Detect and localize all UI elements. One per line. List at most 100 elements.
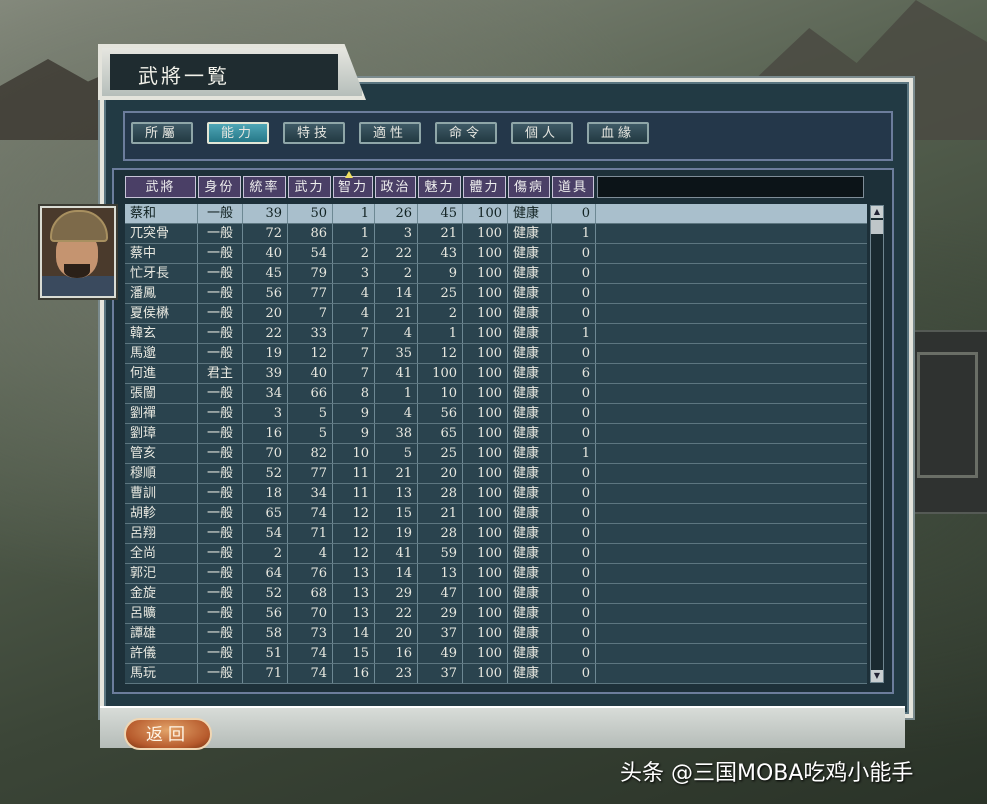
table-row[interactable]: 金旋 一般 52 68 13 29 47 100 健康 0 [125, 584, 867, 604]
cell-leadership: 2 [243, 544, 288, 563]
table-row[interactable]: 潘鳳 一般 56 77 4 14 25 100 健康 0 [125, 284, 867, 304]
cell-name: 夏侯楙 [125, 304, 198, 323]
cell-items: 0 [552, 264, 596, 283]
cell-war: 74 [288, 504, 333, 523]
cell-charm: 12 [418, 344, 463, 363]
cell-charm: 47 [418, 584, 463, 603]
table-row[interactable]: 胡軫 一般 65 74 12 15 21 100 健康 0 [125, 504, 867, 524]
header-status[interactable]: 身份 [198, 176, 241, 198]
table-row[interactable]: 全尚 一般 2 4 12 41 59 100 健康 0 [125, 544, 867, 564]
cell-status: 一般 [198, 244, 243, 263]
watermark: 头条 @三国MOBA吃鸡小能手 [620, 761, 914, 786]
cell-status: 一般 [198, 424, 243, 443]
cell-intelligence: 4 [333, 304, 375, 323]
header-intelligence[interactable]: 智力 [333, 176, 373, 198]
cell-politics: 4 [375, 404, 418, 423]
tab-ability[interactable]: 能力 [207, 122, 269, 144]
cell-intelligence: 13 [333, 584, 375, 603]
cell-status: 一般 [198, 524, 243, 543]
table-row[interactable]: 穆順 一般 52 77 11 21 20 100 健康 0 [125, 464, 867, 484]
cell-leadership: 58 [243, 624, 288, 643]
table-row[interactable]: 呂曠 一般 56 70 13 22 29 100 健康 0 [125, 604, 867, 624]
header-items[interactable]: 道具 [552, 176, 594, 198]
cell-status: 一般 [198, 324, 243, 343]
cell-stamina: 100 [463, 444, 508, 463]
table-row[interactable]: 何進 君主 39 40 7 41 100 100 健康 6 [125, 364, 867, 384]
cell-injury: 健康 [508, 604, 552, 623]
table-row[interactable]: 劉禪 一般 3 5 9 4 56 100 健康 0 [125, 404, 867, 424]
header-politics[interactable]: 政治 [375, 176, 416, 198]
cell-status: 一般 [198, 624, 243, 643]
table-row[interactable]: 譚雄 一般 58 73 14 20 37 100 健康 0 [125, 624, 867, 644]
table-row[interactable]: 郭汜 一般 64 76 13 14 13 100 健康 0 [125, 564, 867, 584]
table-row[interactable]: 許儀 一般 51 74 15 16 49 100 健康 0 [125, 644, 867, 664]
header-name[interactable]: 武將 [125, 176, 196, 198]
cell-injury: 健康 [508, 624, 552, 643]
scroll-up-icon[interactable]: ▲ [871, 206, 883, 218]
cell-intelligence: 4 [333, 284, 375, 303]
cell-items: 0 [552, 584, 596, 603]
cell-charm: 49 [418, 644, 463, 663]
table-row[interactable]: 韓玄 一般 22 33 7 4 1 100 健康 1 [125, 324, 867, 344]
cell-stamina: 100 [463, 424, 508, 443]
cell-leadership: 16 [243, 424, 288, 443]
table-row[interactable]: 劉璋 一般 16 5 9 38 65 100 健康 0 [125, 424, 867, 444]
tab-affiliation[interactable]: 所屬 [131, 122, 193, 144]
back-button[interactable]: 返回 [124, 718, 212, 750]
table-row[interactable]: 忙牙長 一般 45 79 3 2 9 100 健康 0 [125, 264, 867, 284]
cell-politics: 35 [375, 344, 418, 363]
table-row[interactable]: 馬邈 一般 19 12 7 35 12 100 健康 0 [125, 344, 867, 364]
tab-skills[interactable]: 特技 [283, 122, 345, 144]
scroll-thumb[interactable] [871, 220, 883, 234]
cell-intelligence: 10 [333, 444, 375, 463]
header-stamina[interactable]: 體力 [463, 176, 506, 198]
cell-politics: 20 [375, 624, 418, 643]
cell-intelligence: 2 [333, 244, 375, 263]
cell-name: 管亥 [125, 444, 198, 463]
cell-politics: 15 [375, 504, 418, 523]
cell-injury: 健康 [508, 304, 552, 323]
cell-charm: 100 [418, 364, 463, 383]
cell-status: 一般 [198, 464, 243, 483]
scrollbar[interactable]: ▲ ▼ [870, 205, 884, 683]
table-row[interactable]: 蔡中 一般 40 54 2 22 43 100 健康 0 [125, 244, 867, 264]
header-injury[interactable]: 傷病 [508, 176, 550, 198]
cell-leadership: 65 [243, 504, 288, 523]
cell-intelligence: 3 [333, 264, 375, 283]
cell-injury: 健康 [508, 564, 552, 583]
cell-stamina: 100 [463, 364, 508, 383]
cell-items: 0 [552, 664, 596, 683]
cell-charm: 37 [418, 624, 463, 643]
header-charm[interactable]: 魅力 [418, 176, 461, 198]
cell-stamina: 100 [463, 544, 508, 563]
tab-personal[interactable]: 個人 [511, 122, 573, 144]
cell-status: 一般 [198, 504, 243, 523]
tab-orders[interactable]: 命令 [435, 122, 497, 144]
cell-status: 一般 [198, 224, 243, 243]
table-row[interactable]: 張闓 一般 34 66 8 1 10 100 健康 0 [125, 384, 867, 404]
tab-aptitude[interactable]: 適性 [359, 122, 421, 144]
cell-war: 66 [288, 384, 333, 403]
table-row[interactable]: 管亥 一般 70 82 10 5 25 100 健康 1 [125, 444, 867, 464]
header-war[interactable]: 武力 [288, 176, 331, 198]
table-row[interactable]: 蔡和 一般 39 50 1 26 45 100 健康 0 [125, 204, 867, 224]
cell-stamina: 100 [463, 644, 508, 663]
header-leadership[interactable]: 統率 [243, 176, 286, 198]
cell-charm: 59 [418, 544, 463, 563]
table-row[interactable]: 兀突骨 一般 72 86 1 3 21 100 健康 1 [125, 224, 867, 244]
scroll-down-icon[interactable]: ▼ [871, 670, 883, 682]
cell-injury: 健康 [508, 324, 552, 343]
cell-leadership: 19 [243, 344, 288, 363]
cell-war: 86 [288, 224, 333, 243]
table-row[interactable]: 曹訓 一般 18 34 11 13 28 100 健康 0 [125, 484, 867, 504]
table-row[interactable]: 夏侯楙 一般 20 7 4 21 2 100 健康 0 [125, 304, 867, 324]
tab-bloodline[interactable]: 血緣 [587, 122, 649, 144]
cell-items: 1 [552, 224, 596, 243]
cell-leadership: 3 [243, 404, 288, 423]
cell-war: 12 [288, 344, 333, 363]
table-row[interactable]: 呂翔 一般 54 71 12 19 28 100 健康 0 [125, 524, 867, 544]
table-row[interactable]: 馬玩 一般 71 74 16 23 37 100 健康 0 [125, 664, 867, 684]
cell-injury: 健康 [508, 584, 552, 603]
cell-injury: 健康 [508, 644, 552, 663]
cell-politics: 26 [375, 204, 418, 223]
